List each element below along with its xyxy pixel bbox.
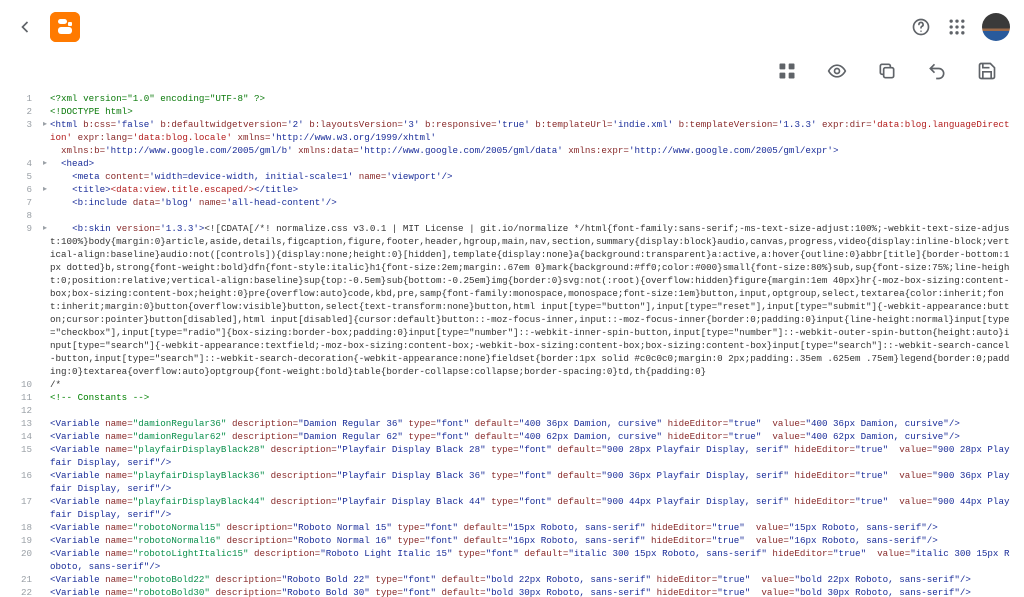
line-number: 15 [10,443,40,456]
code-text[interactable]: <Variable name="playfairDisplayBlack44" … [50,495,1014,521]
code-text[interactable]: <!-- Constants --> [50,391,1014,404]
line-number: 21 [10,573,40,586]
code-line[interactable]: 20 <Variable name="robotoLightItalic15" d… [10,547,1014,573]
account-avatar[interactable] [982,13,1010,41]
line-number: 9 [10,222,40,235]
line-number: 10 [10,378,40,391]
code-line[interactable]: 7 <b:include data='blog' name='all-head-… [10,196,1014,209]
back-button[interactable] [14,16,36,38]
code-line[interactable]: 3▸<html b:css='false' b:defaultwidgetver… [10,118,1014,157]
code-line[interactable]: 8 [10,209,1014,222]
code-text[interactable]: <Variable name="damionRegular36" descrip… [50,417,1014,430]
code-text[interactable]: <Variable name="playfairDisplayBlack36" … [50,469,1014,495]
line-number: 16 [10,469,40,482]
line-number: 20 [10,547,40,560]
preview-icon[interactable] [826,60,848,82]
line-number: 19 [10,534,40,547]
apps-grid-icon[interactable] [946,16,968,38]
line-number: 12 [10,404,40,417]
code-line[interactable]: 15 <Variable name="playfairDisplayBlack28… [10,443,1014,469]
code-text[interactable]: <Variable name="playfairDisplayBlack28" … [50,443,1014,469]
code-text[interactable]: <b:skin version='1.3.3'><![CDATA[/*! nor… [50,222,1014,378]
fold-toggle-icon[interactable]: ▸ [40,118,50,131]
code-editor[interactable]: 1 <?xml version="1.0" encoding="UTF-8" ?>… [0,92,1024,597]
fold-toggle-icon[interactable]: ▸ [40,183,50,196]
code-body[interactable]: 1 <?xml version="1.0" encoding="UTF-8" ?>… [10,92,1014,597]
line-number: 11 [10,391,40,404]
code-text[interactable]: <Variable name="damionRegular62" descrip… [50,430,1014,443]
line-number: 5 [10,170,40,183]
code-line[interactable]: 13 <Variable name="damionRegular36" descr… [10,417,1014,430]
code-text[interactable]: <Variable name="robotoNormal15" descript… [50,521,1014,534]
code-line[interactable]: 21 <Variable name="robotoBold22" descript… [10,573,1014,586]
code-line[interactable]: 4▸ <head> [10,157,1014,170]
code-line[interactable]: 1 <?xml version="1.0" encoding="UTF-8" ?> [10,92,1014,105]
code-line[interactable]: 6▸ <title><data:view.title.escaped/></ti… [10,183,1014,196]
code-text[interactable]: <Variable name="robotoLightItalic15" des… [50,547,1014,573]
line-number: 2 [10,105,40,118]
line-number: 6 [10,183,40,196]
save-icon[interactable] [976,60,998,82]
code-line[interactable]: 9▸ <b:skin version='1.3.3'><![CDATA[/*! … [10,222,1014,378]
line-number: 14 [10,430,40,443]
format-grid-icon[interactable] [776,60,798,82]
blogger-logo-icon[interactable] [50,12,80,42]
code-text[interactable]: <Variable name="robotoBold30" descriptio… [50,586,1014,597]
code-text[interactable]: <html b:css='false' b:defaultwidgetversi… [50,118,1014,157]
code-text[interactable]: <Variable name="robotoNormal16" descript… [50,534,1014,547]
undo-icon[interactable] [926,60,948,82]
code-line[interactable]: 10 /* [10,378,1014,391]
line-number: 8 [10,209,40,222]
line-number: 3 [10,118,40,131]
code-text[interactable]: /* [50,378,1014,391]
code-line[interactable]: 22 <Variable name="robotoBold30" descript… [10,586,1014,597]
code-line[interactable]: 18 <Variable name="robotoNormal15" descri… [10,521,1014,534]
line-number: 13 [10,417,40,430]
fold-toggle-icon[interactable]: ▸ [40,222,50,235]
line-number: 17 [10,495,40,508]
code-line[interactable]: 11 <!-- Constants --> [10,391,1014,404]
code-line[interactable]: 14 <Variable name="damionRegular62" descr… [10,430,1014,443]
code-line[interactable]: 19 <Variable name="robotoNormal16" descri… [10,534,1014,547]
code-text[interactable]: <Variable name="robotoBold22" descriptio… [50,573,1014,586]
code-text[interactable]: <?xml version="1.0" encoding="UTF-8" ?> [50,92,1014,105]
code-line[interactable]: 12 [10,404,1014,417]
copy-icon[interactable] [876,60,898,82]
fold-toggle-icon[interactable]: ▸ [40,157,50,170]
code-line[interactable]: 17 <Variable name="playfairDisplayBlack44… [10,495,1014,521]
line-number: 18 [10,521,40,534]
editor-toolbar [0,54,1024,92]
code-text[interactable]: <!DOCTYPE html> [50,105,1014,118]
code-text[interactable]: <meta content='width=device-width, initi… [50,170,1014,183]
code-text[interactable]: <title><data:view.title.escaped/></title… [50,183,1014,196]
top-bar [0,0,1024,54]
code-line[interactable]: 5 <meta content='width=device-width, ini… [10,170,1014,183]
line-number: 4 [10,157,40,170]
code-text[interactable]: <b:include data='blog' name='all-head-co… [50,196,1014,209]
line-number: 7 [10,196,40,209]
help-icon[interactable] [910,16,932,38]
code-text[interactable]: <head> [50,157,1014,170]
line-number: 1 [10,92,40,105]
line-number: 22 [10,586,40,597]
code-line[interactable]: 16 <Variable name="playfairDisplayBlack36… [10,469,1014,495]
code-line[interactable]: 2 <!DOCTYPE html> [10,105,1014,118]
